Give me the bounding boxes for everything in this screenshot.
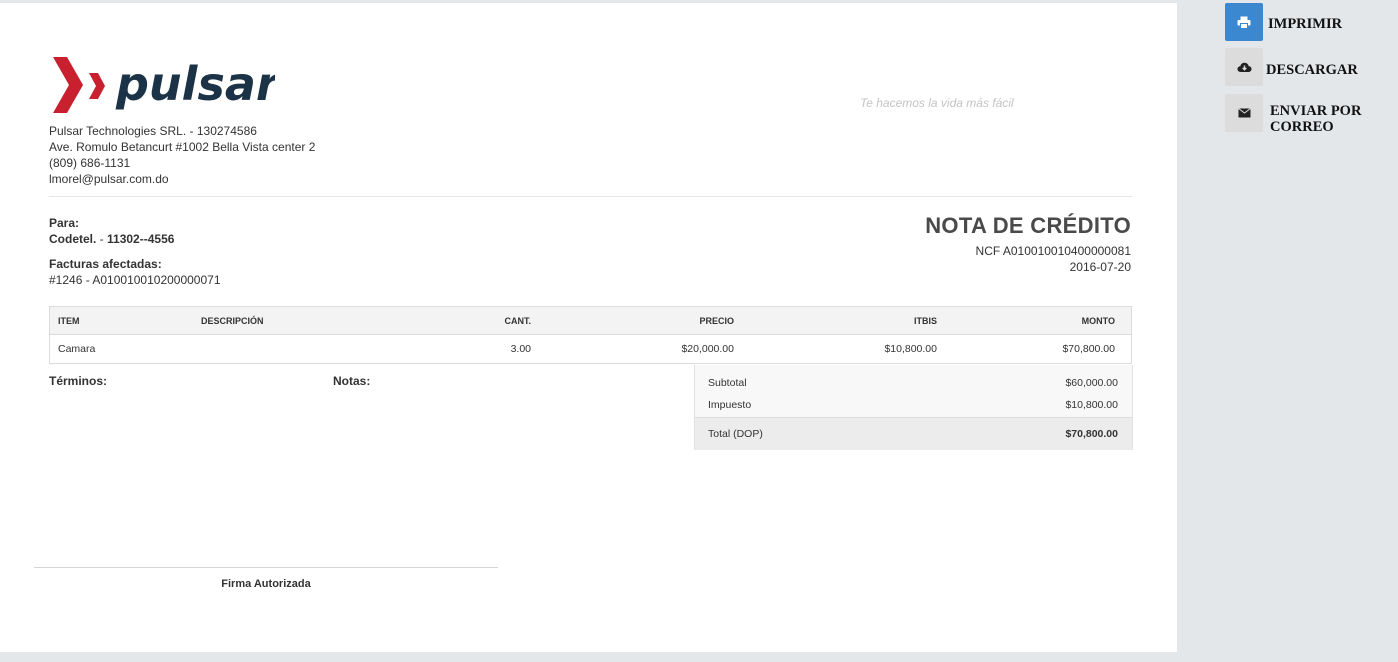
tax-value: $10,800.00 [1065, 399, 1118, 411]
invoice-document: pulsar Pulsar Technologies SRL. - 130274… [0, 3, 1177, 652]
company-slogan: Te hacemos la vida más fácil [860, 96, 1014, 110]
print-icon [1225, 3, 1263, 41]
company-address: Ave. Romulo Betancurt #1002 Bella Vista … [49, 140, 316, 154]
table-row: Camara 3.00 $20,000.00 $10,800.00 $70,80… [49, 334, 1132, 364]
email-label-line2: CORREO [1270, 119, 1334, 135]
download-button[interactable]: DESCARGAR [1225, 48, 1390, 88]
signature-label: Firma Autorizada [221, 578, 311, 590]
tax-row: Impuesto $10,800.00 [695, 393, 1132, 415]
col-price: PRECIO [539, 306, 742, 335]
document-title: NOTA DE CRÉDITO [925, 213, 1131, 238]
signature-line [34, 567, 498, 568]
company-info: Pulsar Technologies SRL. - 130274586 Ave… [49, 123, 315, 187]
recipient-label: Para: [49, 216, 80, 230]
cell-item: Camara [49, 334, 193, 364]
totals-box: Subtotal $60,000.00 Impuesto $10,800.00 … [694, 365, 1133, 450]
items-table: ITEM DESCRIPCIÓN CANT. PRECIO ITBIS MONT… [49, 306, 1132, 364]
subtotal-label: Subtotal [708, 377, 747, 389]
email-button[interactable]: ENVIAR POR CORREO [1225, 94, 1390, 135]
cloud-download-icon [1225, 48, 1263, 86]
tax-label: Impuesto [708, 399, 752, 411]
cell-tax: $10,800.00 [742, 334, 945, 364]
document-date: 2016-07-20 [1069, 260, 1131, 274]
document-ncf: NCF A010010010400000081 [975, 244, 1131, 258]
print-label: IMPRIMIR [1268, 16, 1343, 32]
col-description: DESCRIPCIÓN [193, 306, 447, 335]
recipient: Codetel. - 11302--4556 [49, 232, 174, 246]
notes-label: Notas: [333, 374, 371, 388]
cell-amount: $70,800.00 [945, 334, 1132, 364]
total-value: $70,800.00 [1065, 428, 1118, 440]
terms-label: Términos: [49, 374, 108, 388]
subtotal-value: $60,000.00 [1065, 377, 1118, 389]
recipient-name: Codetel. [49, 232, 97, 246]
company-name: Pulsar Technologies SRL. - 130274586 [49, 124, 257, 138]
company-phone: (809) 686-1131 [49, 156, 131, 170]
cell-price: $20,000.00 [539, 334, 742, 364]
total-label: Total (DOP) [708, 428, 763, 440]
svg-text:pulsar: pulsar [115, 57, 275, 111]
header-divider [49, 196, 1132, 197]
col-amount: MONTO [945, 306, 1132, 335]
affected-invoices-label: Facturas afectadas: [49, 257, 162, 271]
company-email: lmorel@pulsar.com.do [49, 172, 169, 186]
email-label-line1: ENVIAR POR [1270, 103, 1362, 119]
cell-qty: 3.00 [447, 334, 539, 364]
table-header-row: ITEM DESCRIPCIÓN CANT. PRECIO ITBIS MONT… [49, 306, 1132, 335]
col-tax: ITBIS [742, 306, 945, 335]
company-logo: pulsar [50, 55, 282, 117]
recipient-separator: - [96, 232, 108, 246]
email-label: ENVIAR POR CORREO [1270, 103, 1361, 135]
cell-description [193, 334, 447, 364]
subtotal-row: Subtotal $60,000.00 [695, 371, 1132, 393]
recipient-id: 11302--4556 [107, 232, 175, 246]
envelope-icon [1225, 94, 1263, 132]
col-qty: CANT. [447, 306, 539, 335]
affected-invoices-value: #1246 - A010010010200000071 [49, 273, 221, 287]
download-label: DESCARGAR [1266, 62, 1358, 78]
total-row: Total (DOP) $70,800.00 [695, 417, 1132, 450]
print-button[interactable]: IMPRIMIR [1225, 3, 1390, 43]
col-item: ITEM [49, 306, 193, 335]
